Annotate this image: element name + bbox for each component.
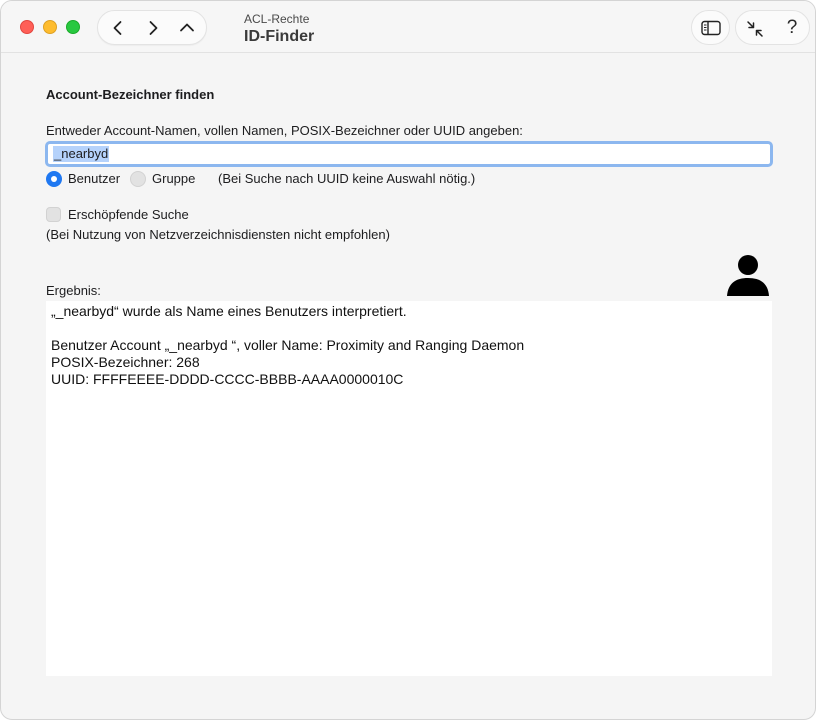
radio-hint: (Bei Suche nach UUID keine Auswahl nötig…: [218, 171, 476, 186]
minimize-icon[interactable]: [43, 20, 57, 34]
close-icon[interactable]: [20, 20, 34, 34]
title-bar: ACL-Rechte ID-Finder ?: [1, 1, 815, 53]
chevron-right-icon: [149, 21, 158, 35]
sidebar-toggle-button[interactable]: [691, 10, 730, 45]
result-line: UUID: FFFFEEEE-DDDD-CCCC-BBBB-AAAA000001…: [51, 371, 404, 387]
exhaustive-search-label[interactable]: Erschöpfende Suche: [68, 207, 189, 222]
up-button[interactable]: [177, 18, 197, 38]
collapse-icon: [747, 21, 763, 37]
result-line: Benutzer Account „_nearbyd “, voller Nam…: [51, 337, 525, 353]
back-button[interactable]: [108, 18, 128, 38]
result-line: [51, 320, 767, 337]
app-window: ACL-Rechte ID-Finder ? Account-Bezeichne…: [0, 0, 816, 720]
radio-group[interactable]: [130, 171, 146, 187]
chevron-left-icon: [113, 21, 122, 35]
section-title: Account-Bezeichner finden: [46, 87, 215, 102]
search-input[interactable]: _nearbyd: [45, 141, 773, 167]
search-prompt: Entweder Account-Namen, vollen Namen, PO…: [46, 123, 523, 138]
sidebar-icon: [700, 20, 721, 35]
toolbar-right-group: ?: [735, 10, 810, 45]
search-input-value: _nearbyd: [53, 146, 110, 162]
chevron-up-icon: [180, 23, 194, 32]
result-label: Ergebnis:: [46, 283, 101, 298]
user-icon: [727, 255, 769, 296]
result-line: POSIX-Bezeichner: 268: [51, 354, 200, 370]
radio-user-label[interactable]: Benutzer: [68, 171, 120, 187]
zoom-icon[interactable]: [66, 20, 80, 34]
result-line: „_nearbyd“ wurde als Name eines Benutzer…: [51, 303, 407, 319]
radio-group-label[interactable]: Gruppe: [152, 171, 195, 187]
collapse-button[interactable]: [745, 19, 765, 39]
window-title: ID-Finder: [244, 28, 315, 45]
result-text-area[interactable]: „_nearbyd“ wurde als Name eines Benutzer…: [46, 301, 772, 676]
window-subtitle: ACL-Rechte: [244, 12, 310, 26]
help-button[interactable]: ?: [782, 16, 802, 40]
forward-button[interactable]: [143, 18, 163, 38]
exhaustive-search-note: (Bei Nutzung von Netzverzeichnisdiensten…: [46, 227, 390, 242]
radio-user[interactable]: [46, 171, 62, 187]
exhaustive-search-checkbox[interactable]: [46, 207, 61, 222]
navigation-group: [97, 10, 207, 45]
